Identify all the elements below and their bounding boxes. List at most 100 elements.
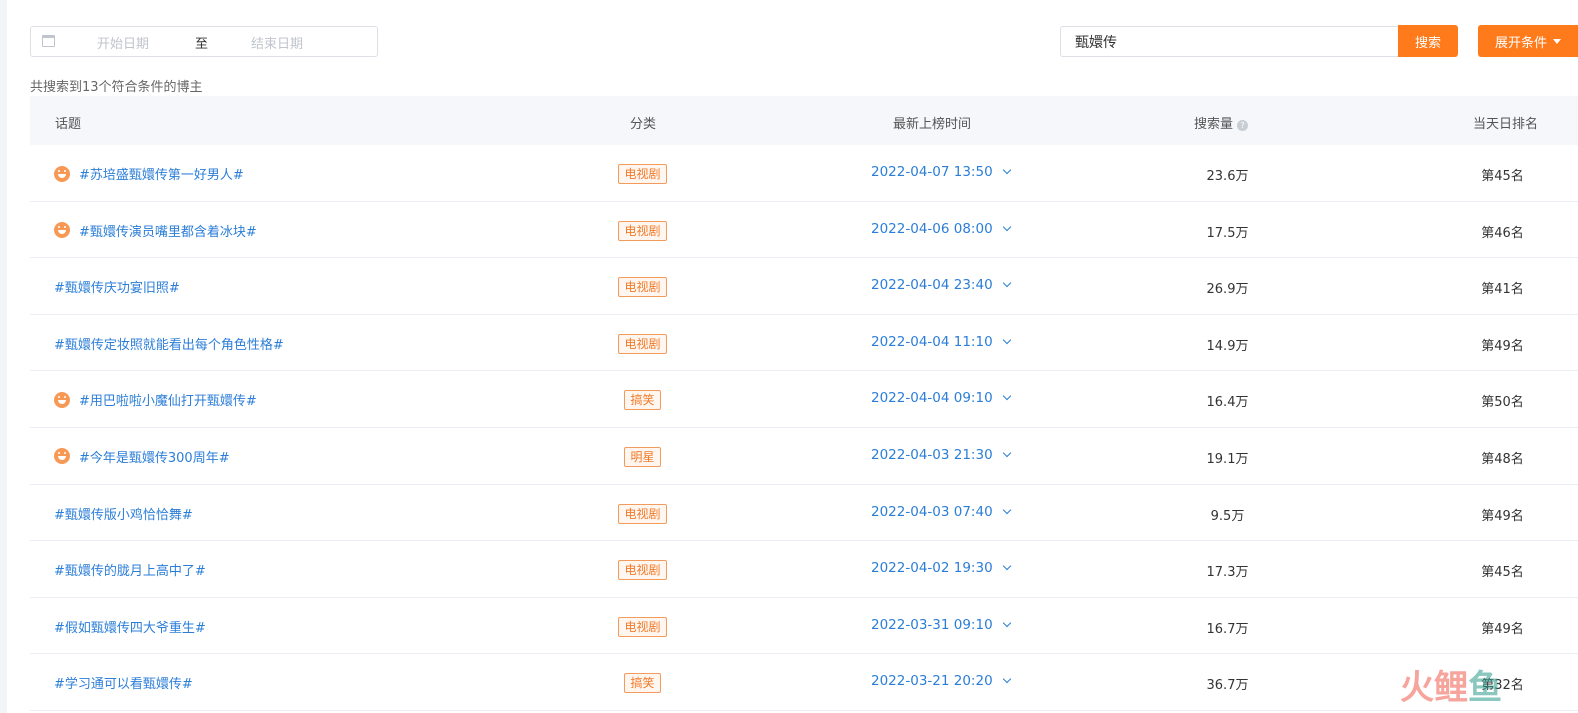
category-tag: 搞笑 <box>624 673 661 694</box>
topic-link[interactable]: #今年是甄嬛传300周年# <box>54 447 230 466</box>
latest-time-text: 2022-03-31 09:10 <box>871 616 993 633</box>
left-edge-divider <box>0 0 7 713</box>
latest-time-dropdown[interactable]: 2022-04-07 13:50 <box>871 164 1011 180</box>
chevron-down-icon <box>1002 675 1011 684</box>
latest-time-dropdown[interactable]: 2022-04-03 07:40 <box>871 503 1011 520</box>
category-cell: 电视剧 <box>590 333 695 354</box>
latest-time-dropdown[interactable]: 2022-04-04 23:40 <box>871 277 1011 293</box>
daily-rank-value: 第49名 <box>1481 508 1524 524</box>
chevron-down-icon <box>1002 165 1011 175</box>
header-category[interactable]: 分类 <box>630 113 656 132</box>
latest-time-text: 2022-04-03 21:30 <box>871 446 993 463</box>
date-end-input[interactable]: 结束日期 <box>251 33 303 52</box>
latest-time-dropdown[interactable]: 2022-04-06 08:00 <box>871 220 1011 237</box>
category-tag: 电视剧 <box>618 164 667 184</box>
topic-link[interactable]: #甄嬛传庆功宴旧照# <box>54 277 180 296</box>
topic-text: #假如甄嬛传四大爷重生# <box>54 620 206 636</box>
latest-time-text: 2022-04-04 11:10 <box>871 333 993 350</box>
daily-rank-value: 第45名 <box>1481 565 1524 581</box>
table-row: #今年是甄嬛传300周年# 明星 2022-04-03 21:30 19.1万 第48名 <box>30 428 1578 485</box>
category-cell: 电视剧 <box>590 560 695 581</box>
hot-emoji-icon <box>54 448 70 465</box>
search-volume-value: 16.4万 <box>1206 395 1249 411</box>
search-volume-value: 9.5万 <box>1210 508 1245 524</box>
chevron-down-icon <box>1002 222 1011 231</box>
hot-emoji-icon <box>54 165 70 182</box>
category-cell: 搞笑 <box>590 673 695 694</box>
search-volume-value: 17.3万 <box>1206 565 1249 581</box>
topic-table: 话题 分类 最新上榜时间 搜索量? 当天日排名 #苏培盛甄嬛传第一好男人# 电视剧… <box>30 96 1578 711</box>
daily-rank-value: 第32名 <box>1481 678 1524 694</box>
category-tag: 电视剧 <box>618 560 667 581</box>
latest-time-dropdown[interactable]: 2022-04-03 21:30 <box>871 446 1011 463</box>
hot-emoji-icon <box>54 222 70 239</box>
category-tag: 明星 <box>624 446 661 467</box>
search-button[interactable]: 搜索 <box>1398 25 1458 57</box>
latest-time-dropdown[interactable]: 2022-04-04 11:10 <box>871 333 1011 350</box>
topic-link[interactable]: #甄嬛传的胧月上高中了# <box>54 560 206 579</box>
result-summary: 共搜索到13个符合条件的博主 <box>30 80 203 95</box>
category-cell: 电视剧 <box>590 503 695 524</box>
search-volume-value: 26.9万 <box>1206 282 1249 298</box>
topic-link[interactable]: #甄嬛传演员嘴里都含着冰块# <box>54 221 257 240</box>
category-cell: 搞笑 <box>590 390 695 411</box>
chevron-down-icon <box>1002 448 1011 458</box>
search-volume-value: 16.7万 <box>1206 621 1249 637</box>
latest-time-dropdown[interactable]: 2022-03-31 09:10 <box>871 616 1011 633</box>
chevron-down-icon <box>1002 618 1011 627</box>
category-cell: 电视剧 <box>590 616 695 637</box>
caret-down-icon <box>1553 38 1562 44</box>
category-tag: 搞笑 <box>624 390 661 411</box>
help-icon[interactable]: ? <box>1237 120 1249 131</box>
latest-time-text: 2022-04-06 08:00 <box>871 220 993 237</box>
topic-link[interactable]: #苏培盛甄嬛传第一好男人# <box>54 164 244 183</box>
latest-time-dropdown[interactable]: 2022-04-04 09:10 <box>871 390 1011 407</box>
header-topic[interactable]: 话题 <box>55 113 81 132</box>
category-tag: 电视剧 <box>618 616 667 637</box>
date-start-input[interactable]: 开始日期 <box>97 33 149 52</box>
latest-time-dropdown[interactable]: 2022-04-02 19:30 <box>871 560 1011 576</box>
date-range-picker[interactable]: 开始日期 至 结束日期 <box>30 26 378 57</box>
daily-rank-value: 第48名 <box>1481 451 1524 467</box>
topic-text: #甄嬛传演员嘴里都含着冰块# <box>79 224 257 240</box>
table-row: #甄嬛传庆功宴旧照# 电视剧 2022-04-04 23:40 26.9万 第41名 <box>30 258 1578 315</box>
search-input[interactable] <box>1060 26 1400 57</box>
expand-conditions-button[interactable]: 展开条件 <box>1478 25 1578 57</box>
header-daily-rank[interactable]: 当天日排名 <box>1473 113 1538 132</box>
category-cell: 电视剧 <box>590 164 695 184</box>
header-latest-time[interactable]: 最新上榜时间 <box>893 113 971 132</box>
search-volume-value: 23.6万 <box>1206 169 1249 184</box>
topic-link[interactable]: #甄嬛传版小鸡恰恰舞# <box>54 504 193 523</box>
category-tag: 电视剧 <box>618 503 667 524</box>
topic-text: #甄嬛传定妆照就能看出每个角色性格# <box>54 337 284 353</box>
table-row: #甄嬛传的胧月上高中了# 电视剧 2022-04-02 19:30 17.3万 第45名 <box>30 541 1578 598</box>
topic-link[interactable]: #用巴啦啦小魔仙打开甄嬛传# <box>54 390 257 409</box>
category-tag: 电视剧 <box>618 277 667 298</box>
topic-text: #甄嬛传庆功宴旧照# <box>54 281 180 297</box>
topic-link[interactable]: #假如甄嬛传四大爷重生# <box>54 617 206 636</box>
date-separator: 至 <box>195 37 209 52</box>
latest-time-text: 2022-04-03 07:40 <box>871 503 993 520</box>
search-volume-value: 17.5万 <box>1206 225 1249 241</box>
topic-link[interactable]: #甄嬛传定妆照就能看出每个角色性格# <box>54 334 284 353</box>
topic-text: #今年是甄嬛传300周年# <box>79 450 230 466</box>
latest-time-text: 2022-04-04 09:10 <box>871 390 993 407</box>
latest-time-dropdown[interactable]: 2022-03-21 20:20 <box>871 673 1011 690</box>
header-search-volume-label: 搜索量 <box>1194 117 1234 132</box>
topic-link[interactable]: #学习通可以看甄嬛传# <box>54 673 193 692</box>
header-search-volume[interactable]: 搜索量? <box>1194 113 1249 132</box>
topic-text: #甄嬛传版小鸡恰恰舞# <box>54 507 193 523</box>
category-tag: 电视剧 <box>618 333 667 354</box>
daily-rank-value: 第45名 <box>1481 169 1524 184</box>
table-row: #甄嬛传演员嘴里都含着冰块# 电视剧 2022-04-06 08:00 17.5万 第4… <box>30 202 1578 259</box>
table-body: #苏培盛甄嬛传第一好男人# 电视剧 2022-04-07 13:50 23.6万 第45… <box>30 145 1578 711</box>
hot-emoji-icon <box>54 391 70 408</box>
topic-text: #学习通可以看甄嬛传# <box>54 677 193 693</box>
category-cell: 电视剧 <box>590 220 695 241</box>
daily-rank-value: 第41名 <box>1481 282 1524 298</box>
table-row: #甄嬛传定妆照就能看出每个角色性格# 电视剧 2022-04-04 11:10 14.… <box>30 315 1578 372</box>
topic-text: #用巴啦啦小魔仙打开甄嬛传# <box>79 394 257 410</box>
daily-rank-value: 第50名 <box>1481 395 1524 411</box>
latest-time-text: 2022-03-21 20:20 <box>871 673 993 690</box>
category-cell: 电视剧 <box>590 277 695 298</box>
